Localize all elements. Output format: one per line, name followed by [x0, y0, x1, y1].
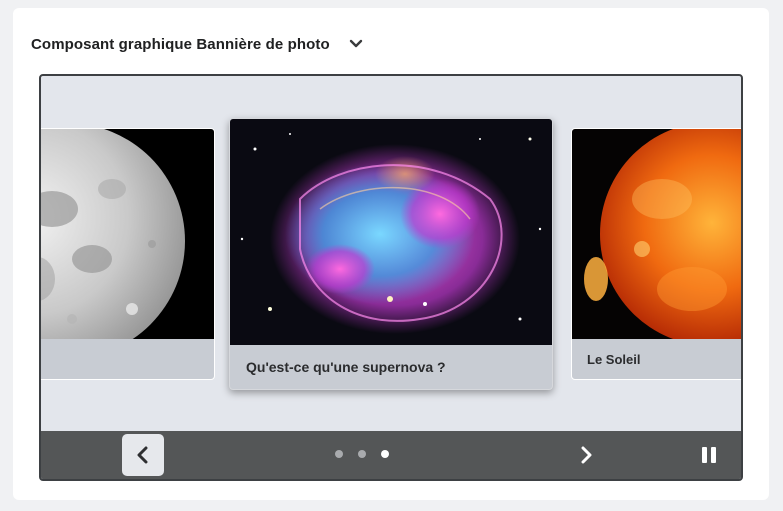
- previous-button[interactable]: [122, 434, 164, 476]
- chevron-left-icon: [137, 446, 148, 464]
- slide-card-moon[interactable]: [41, 128, 215, 380]
- slide-dot-3[interactable]: [381, 450, 389, 458]
- next-button[interactable]: [571, 440, 601, 470]
- carousel-stage: Qu'est-ce qu'une supernova ? Le Soleil: [41, 76, 741, 431]
- slide-caption: Le Soleil: [587, 351, 641, 367]
- widget-title: Composant graphique Bannière de photo: [31, 35, 330, 53]
- slide-card-supernova[interactable]: Qu'est-ce qu'une supernova ?: [229, 118, 553, 390]
- photo-banner-widget: Composant graphique Bannière de photo Qu…: [13, 8, 769, 500]
- slide-dot-2[interactable]: [358, 450, 366, 458]
- photo-carousel: Qu'est-ce qu'une supernova ? Le Soleil: [39, 74, 743, 481]
- slide-caption: [41, 339, 214, 379]
- chevron-right-icon: [581, 446, 592, 464]
- supernova-image: [230, 119, 552, 345]
- pause-icon: [702, 447, 716, 463]
- sun-image: [572, 129, 741, 346]
- pause-button[interactable]: [694, 440, 724, 470]
- slide-indicators: [335, 450, 389, 458]
- slide-dot-1[interactable]: [335, 450, 343, 458]
- chevron-down-icon[interactable]: [346, 34, 366, 54]
- carousel-controls: [41, 431, 741, 479]
- widget-header: Composant graphique Bannière de photo: [31, 34, 366, 54]
- slide-caption: Qu'est-ce qu'une supernova ?: [246, 359, 446, 375]
- moon-image: [41, 129, 214, 359]
- slide-card-sun[interactable]: Le Soleil: [571, 128, 741, 380]
